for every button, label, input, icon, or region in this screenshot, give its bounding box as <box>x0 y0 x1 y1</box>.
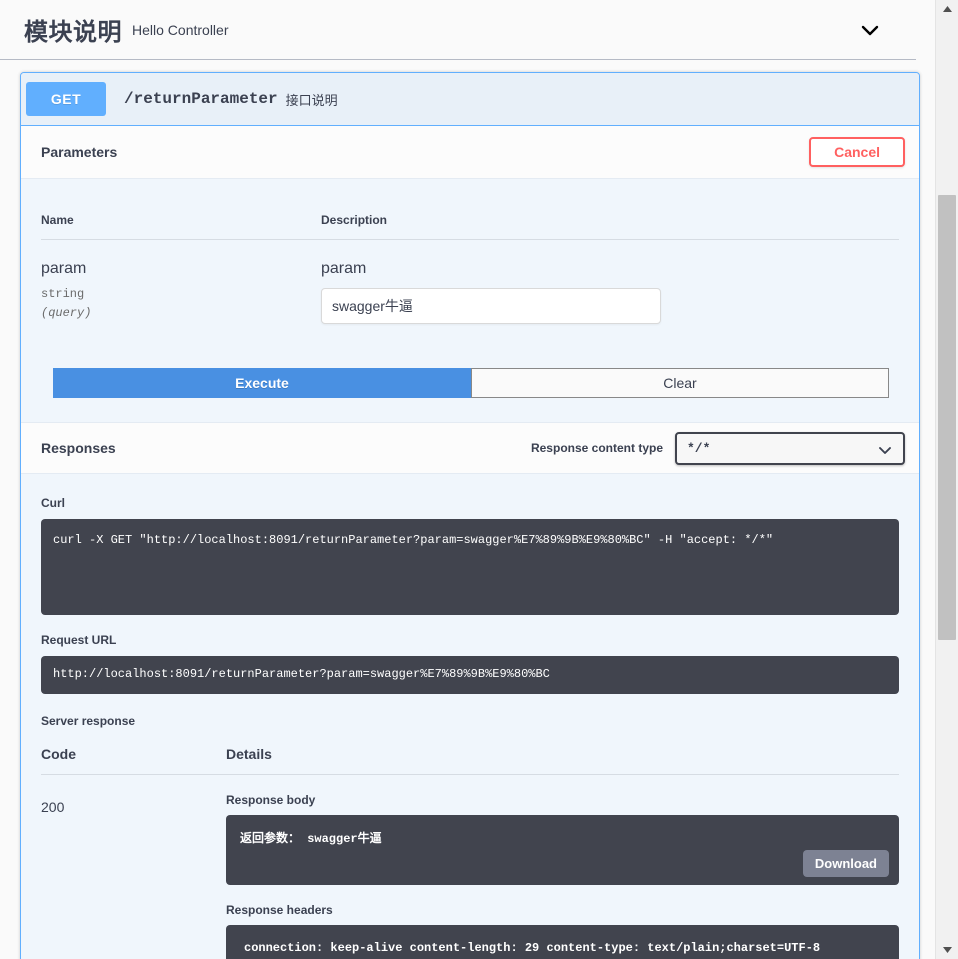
download-button[interactable]: Download <box>802 850 889 877</box>
parameter-name: param <box>41 260 87 277</box>
status-badge: 200 <box>41 799 65 815</box>
parameter-description-cell: param <box>321 240 899 324</box>
scroll-up-arrow-icon[interactable] <box>936 0 958 18</box>
responses-header: Responses Response content type */* <box>21 422 919 474</box>
parameters-header: Parameters Cancel <box>21 126 919 179</box>
response-code-cell: 200 <box>41 775 226 959</box>
operation-block: GET /returnParameter 接口说明 Parameters Can… <box>20 72 920 959</box>
param-input[interactable] <box>321 288 661 324</box>
page-title: 模块说明 <box>24 19 122 46</box>
table-row: param string (query) param <box>41 240 899 325</box>
response-content-type-select[interactable]: */* <box>675 431 905 465</box>
responses-title: Responses <box>41 440 116 456</box>
operation-summary-text: 接口说明 <box>285 92 338 108</box>
parameters-body: Name Description param string (query) pa… <box>21 179 919 422</box>
table-row: 200 Response body 返回参数： swagger牛逼 Downlo… <box>41 775 899 959</box>
operation-path: /returnParameter <box>124 90 278 108</box>
column-header-details: Details <box>226 736 899 775</box>
operation-summary[interactable]: GET /returnParameter 接口说明 <box>21 73 919 126</box>
page-viewport: 模块说明 Hello Controller GET /returnParamet… <box>0 0 936 959</box>
parameters-title: Parameters <box>41 144 118 160</box>
response-content-type-value: */* <box>687 440 711 456</box>
curl-label: Curl <box>41 496 65 510</box>
responses-table: Code Details 200 Response body 返回参数： swa… <box>41 736 899 959</box>
column-header-name: Name <box>41 179 321 240</box>
http-method-badge: GET <box>26 82 106 116</box>
chevron-down-icon[interactable] <box>858 18 882 42</box>
column-header-code: Code <box>41 736 226 775</box>
clear-button[interactable]: Clear <box>471 368 889 398</box>
vertical-scrollbar[interactable] <box>935 0 958 959</box>
chevron-down-icon <box>877 443 893 462</box>
response-content-type-group: Response content type */* <box>530 431 905 465</box>
curl-code-block[interactable]: curl -X GET "http://localhost:8091/retur… <box>41 519 899 615</box>
response-body-box: 返回参数： swagger牛逼 Download <box>226 815 899 885</box>
page-subtitle: Hello Controller <box>132 21 229 38</box>
server-response-label: Server response <box>41 714 136 728</box>
cancel-button[interactable]: Cancel <box>809 137 905 167</box>
scrollbar-thumb[interactable] <box>938 195 956 640</box>
scroll-down-arrow-icon[interactable] <box>936 941 958 959</box>
parameters-table: Name Description param string (query) pa… <box>41 179 899 324</box>
parameter-description: param <box>321 260 367 277</box>
parameter-type: string <box>41 286 85 301</box>
responses-table-head: Code Details <box>41 736 899 775</box>
response-details-cell: Response body 返回参数： swagger牛逼 Download R… <box>226 775 899 959</box>
response-headers-label: Response headers <box>226 903 333 917</box>
responses-body: Curl curl -X GET "http://localhost:8091/… <box>21 474 919 959</box>
tag-header[interactable]: 模块说明 Hello Controller <box>0 0 916 60</box>
request-url-label: Request URL <box>41 633 117 647</box>
response-headers-box: connection: keep-alive content-length: 2… <box>226 925 899 959</box>
column-header-description: Description <box>321 179 899 240</box>
request-url-code-block[interactable]: http://localhost:8091/returnParameter?pa… <box>41 656 899 694</box>
parameters-table-head: Name Description <box>41 179 899 240</box>
parameter-name-cell: param string (query) <box>41 240 321 325</box>
execute-row: Execute Clear <box>41 368 899 422</box>
response-body-label: Response body <box>226 793 316 807</box>
response-body-value: 返回参数： swagger牛逼 <box>240 832 382 846</box>
execute-button[interactable]: Execute <box>53 368 471 398</box>
parameter-location: (query) <box>41 305 92 320</box>
response-content-type-label: Response content type <box>530 441 663 455</box>
